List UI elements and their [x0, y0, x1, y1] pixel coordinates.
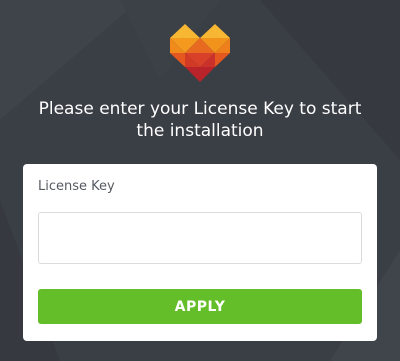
install-instruction: Please enter your License Key to start t… [38, 99, 362, 141]
apply-button[interactable]: APPLY [38, 289, 362, 324]
license-key-input[interactable] [38, 212, 362, 264]
heart-gem-logo-icon [170, 24, 230, 82]
license-form-card: License Key APPLY [23, 164, 377, 341]
license-key-label: License Key [38, 179, 115, 194]
